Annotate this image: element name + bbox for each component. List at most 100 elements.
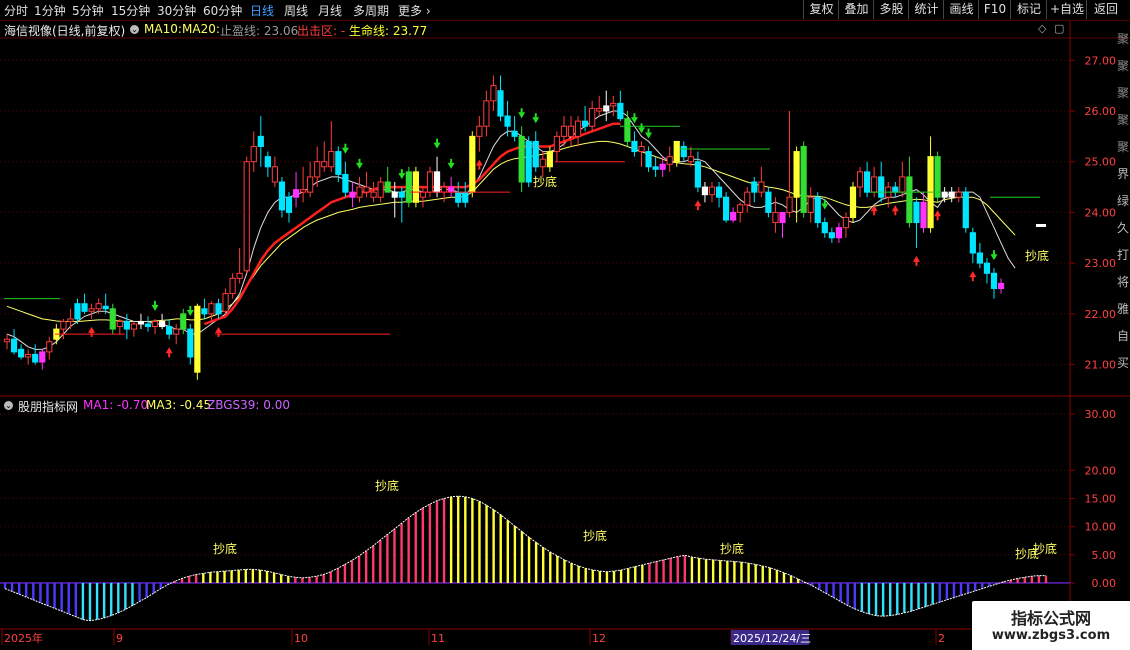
candle-body[interactable] — [997, 282, 1005, 289]
candle-body[interactable] — [215, 303, 222, 315]
candle-body[interactable] — [793, 151, 800, 198]
candle-body[interactable] — [835, 227, 842, 239]
candle-body[interactable] — [920, 201, 927, 229]
candle-body[interactable] — [370, 191, 377, 198]
candle-body[interactable] — [137, 320, 145, 325]
candle-body[interactable] — [67, 318, 74, 322]
add-watchlist-button[interactable]: +自选 — [1046, 0, 1087, 19]
period-tab-more[interactable]: 更多 › — [398, 2, 431, 19]
candle-body[interactable] — [39, 351, 46, 363]
candle-body[interactable] — [236, 272, 243, 279]
candle-body[interactable] — [680, 146, 687, 158]
candle-body[interactable] — [321, 161, 328, 168]
candle-body[interactable] — [617, 102, 624, 120]
candle-body[interactable] — [201, 308, 208, 315]
candle-body[interactable] — [349, 191, 356, 198]
candle-body[interactable] — [582, 120, 589, 127]
candle-body[interactable] — [941, 191, 948, 198]
candle-body[interactable] — [694, 161, 701, 188]
candle-body[interactable] — [18, 348, 25, 358]
candle-body[interactable] — [455, 191, 462, 203]
candle-body[interactable] — [546, 151, 553, 168]
candle-body[interactable] — [462, 191, 469, 203]
period-tab-month[interactable]: 月线 — [318, 2, 342, 19]
candle-body[interactable] — [476, 125, 483, 137]
candle-body[interactable] — [243, 161, 250, 272]
candle-body[interactable] — [159, 320, 166, 328]
indicator-dropdown-icon[interactable]: ⌄ — [4, 401, 13, 410]
candle-body[interactable] — [638, 146, 645, 153]
candle-body[interactable] — [504, 115, 511, 127]
draw-line-button[interactable]: 画线 — [943, 0, 979, 19]
candle-body[interactable] — [518, 135, 525, 183]
candle-body[interactable] — [715, 186, 723, 198]
candle-body[interactable] — [574, 120, 582, 137]
period-tab-1min[interactable]: 1分钟 — [34, 2, 66, 19]
candle-body[interactable] — [300, 189, 307, 193]
candle-body[interactable] — [285, 196, 293, 213]
stats-button[interactable]: 统计 — [908, 0, 944, 19]
candle-body[interactable] — [208, 303, 215, 315]
candle-body[interactable] — [652, 166, 659, 170]
candle-body[interactable] — [730, 211, 737, 221]
candle-body[interactable] — [130, 323, 138, 330]
candle-body[interactable] — [948, 191, 955, 198]
candle-body[interactable] — [589, 107, 596, 127]
candle-body[interactable] — [10, 338, 18, 353]
candle-body[interactable] — [532, 140, 539, 168]
candle-body[interactable] — [553, 135, 560, 153]
multi-stock-button[interactable]: 多股 — [873, 0, 909, 19]
period-tab-5min[interactable]: 5分钟 — [72, 2, 104, 19]
candle-body[interactable] — [81, 303, 88, 312]
candle-body[interactable] — [807, 196, 814, 213]
candle-body[interactable] — [271, 166, 278, 183]
candle-body[interactable] — [511, 130, 518, 137]
period-tab-30min[interactable]: 30分钟 — [157, 2, 196, 19]
candle-body[interactable] — [990, 272, 998, 289]
back-button[interactable]: 返回 — [1086, 0, 1125, 19]
candle-body[interactable] — [560, 125, 568, 137]
candle-body[interactable] — [567, 125, 575, 137]
window-restore-icon[interactable]: ▢ — [1054, 22, 1064, 35]
candle-body[interactable] — [814, 196, 821, 224]
candle-body[interactable] — [913, 201, 920, 224]
candle-body[interactable] — [983, 262, 991, 274]
period-tab-fenshi[interactable]: 分时 — [4, 2, 28, 19]
candle-body[interactable] — [821, 222, 828, 234]
candle-body[interactable] — [539, 158, 546, 168]
candle-body[interactable] — [864, 171, 871, 193]
candle-body[interactable] — [490, 85, 497, 102]
candle-body[interactable] — [74, 303, 81, 320]
mark-button[interactable]: 标记 — [1010, 0, 1047, 19]
candle-body[interactable] — [842, 217, 850, 229]
candle-body[interactable] — [469, 135, 476, 193]
settings-dropdown-icon[interactable]: ⌄ — [130, 25, 139, 34]
candle-body[interactable] — [744, 191, 751, 206]
candle-body[interactable] — [828, 232, 835, 239]
candle-body[interactable] — [849, 186, 857, 218]
candle-body[interactable] — [250, 146, 257, 163]
candle-body[interactable] — [363, 186, 370, 193]
candle-body[interactable] — [765, 191, 772, 213]
candle-body[interactable] — [356, 186, 363, 198]
adjust-button[interactable]: 复权 — [803, 0, 839, 19]
period-tab-day[interactable]: 日线 — [250, 2, 274, 19]
candle-body[interactable] — [433, 171, 441, 193]
candle-body[interactable] — [659, 163, 666, 170]
candle-body[interactable] — [708, 186, 716, 196]
chart-canvas[interactable]: 27.0026.0025.0024.0023.0022.0021.00抄底抄底3… — [0, 0, 1130, 650]
candle-body[interactable] — [976, 252, 983, 264]
candle-body[interactable] — [906, 176, 913, 224]
candle-body[interactable] — [412, 171, 419, 203]
candle-body[interactable] — [800, 146, 807, 213]
candle-body[interactable] — [328, 151, 335, 168]
candle-body[interactable] — [856, 171, 864, 188]
candle-body[interactable] — [384, 181, 391, 193]
candle-body[interactable] — [405, 171, 412, 203]
candle-body[interactable] — [448, 186, 455, 193]
candle-body[interactable] — [610, 102, 617, 107]
candle-body[interactable] — [166, 326, 173, 335]
candle-body[interactable] — [151, 320, 159, 328]
candle-body[interactable] — [525, 140, 532, 183]
candle-body[interactable] — [723, 196, 730, 221]
